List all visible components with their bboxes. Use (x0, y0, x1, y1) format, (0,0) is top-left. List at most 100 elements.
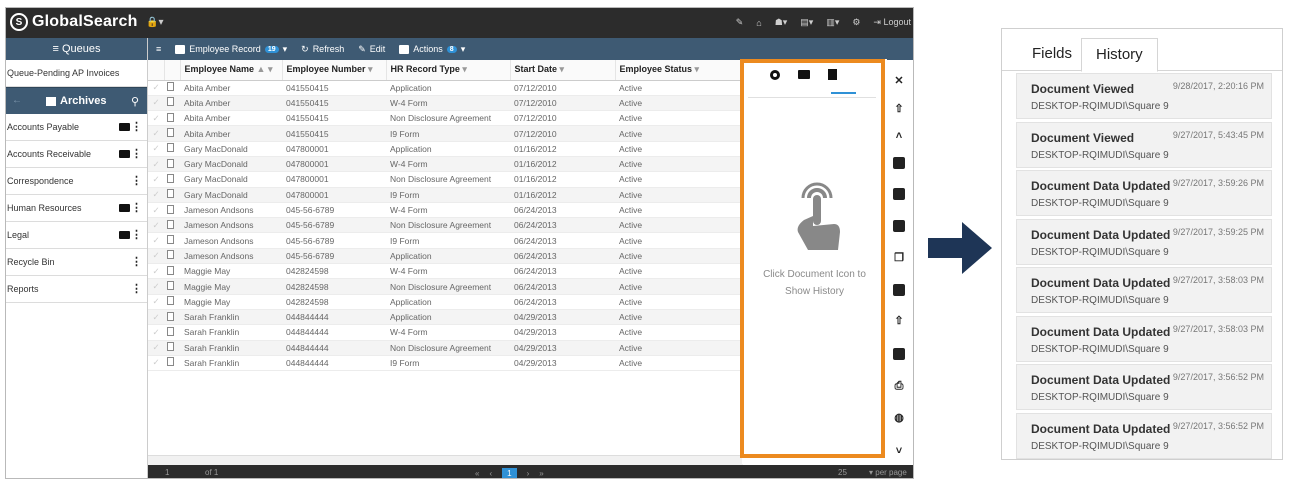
settings-tab-icon[interactable] (770, 69, 780, 80)
lock-icon[interactable]: 🔒▾ (146, 17, 163, 28)
search-icon[interactable]: ⚲ (131, 95, 139, 108)
table-row[interactable]: ✓ Jameson Andsons 045-56-6789 I9 Form 06/24/… (148, 232, 743, 249)
more-icon[interactable]: ⋮ (131, 174, 142, 187)
document-cell[interactable] (164, 171, 180, 188)
sort-icon[interactable]: ▾ (557, 64, 565, 74)
row-checkbox[interactable]: ✓ (148, 324, 164, 341)
document-cell[interactable] (164, 95, 180, 112)
table-row[interactable]: ✓ Jameson Andsons 045-56-6789 W-4 Form 06/24… (148, 202, 743, 219)
document-cell[interactable] (164, 278, 180, 295)
more-icon[interactable]: ⋮ (131, 147, 142, 160)
table-row[interactable]: ✓ Gary MacDonald 047800001 W-4 Form 01/16/20… (148, 156, 743, 173)
row-checkbox[interactable]: ✓ (148, 294, 164, 310)
document-icon[interactable] (167, 143, 174, 153)
document-icon[interactable] (167, 219, 174, 229)
row-checkbox[interactable]: ✓ (148, 217, 164, 234)
annotate-icon[interactable] (893, 157, 905, 169)
row-checkbox[interactable]: ✓ (148, 278, 164, 295)
table-row[interactable]: ✓ Maggie May 042824598 Non Disclosure Agree… (148, 278, 743, 295)
document-cell[interactable] (164, 202, 180, 219)
document-cell[interactable] (164, 340, 180, 356)
row-checkbox[interactable]: ✓ (148, 309, 164, 326)
column-header[interactable]: Employee Number ▾ (282, 60, 387, 81)
document-icon[interactable] (167, 173, 174, 183)
table-row[interactable]: ✓ Abita Amber 041550415 Application 07/12/20… (148, 80, 743, 96)
table-row[interactable]: ✓ Jameson Andsons 045-56-6789 Non Disclosur… (148, 217, 743, 234)
edit-button[interactable]: ✎ Edit (358, 44, 385, 55)
row-checkbox[interactable]: ✓ (148, 187, 164, 203)
per-page-count[interactable]: 25 (838, 468, 847, 477)
document-icon[interactable] (167, 158, 174, 168)
column-header[interactable]: HR Record Type ▾ (386, 60, 511, 81)
document-icon[interactable] (167, 250, 174, 260)
chevron-down-icon[interactable]: ˅ (893, 445, 905, 457)
document-cell[interactable] (164, 294, 180, 310)
column-header[interactable]: Employee Name ▲ ▾ (180, 60, 283, 81)
refresh-button[interactable]: ↻ Refresh (301, 44, 344, 55)
logout-button[interactable]: ⇥ Logout (873, 17, 911, 28)
queues-header[interactable]: ≡ Queues (6, 38, 147, 60)
document-icon[interactable] (167, 357, 174, 367)
document-icon[interactable] (167, 342, 174, 352)
home-icon[interactable]: ⌂ (756, 18, 761, 28)
more-icon[interactable]: ⋮ (131, 282, 142, 295)
document-icon[interactable] (167, 311, 174, 321)
first-page-button[interactable]: « (475, 469, 479, 478)
table-row[interactable]: ✓ Gary MacDonald 047800001 I9 Form 01/16/201… (148, 187, 743, 203)
document-icon[interactable] (167, 296, 174, 306)
share-icon[interactable]: ⇧ (893, 103, 905, 115)
table-row[interactable]: ✓ Abita Amber 041550415 W-4 Form 07/12/2010 A… (148, 95, 743, 112)
print-icon[interactable]: ⎙ (893, 380, 905, 392)
table-row[interactable]: ✓ Maggie May 042824598 Application 06/24/201… (148, 294, 743, 310)
archives-header[interactable]: ← Archives ⚲ (6, 87, 147, 114)
document-cell[interactable] (164, 187, 180, 203)
row-checkbox[interactable]: ✓ (148, 232, 164, 249)
row-checkbox[interactable]: ✓ (148, 80, 164, 96)
document-icon[interactable] (167, 265, 174, 275)
table-row[interactable]: ✓ Sarah Franklin 044844444 I9 Form 04/29/201… (148, 355, 743, 372)
document-icon[interactable] (167, 189, 174, 199)
back-icon[interactable]: ← (12, 95, 22, 106)
document-cell[interactable] (164, 217, 180, 234)
document-icon[interactable] (167, 235, 174, 245)
close-icon[interactable]: ✕ (893, 75, 905, 87)
table-row[interactable]: ✓ Sarah Franklin 044844444 W-4 Form 04/29/20… (148, 324, 743, 341)
sort-icon[interactable]: ▾ (366, 64, 373, 74)
copy-icon[interactable]: ❐ (893, 252, 905, 264)
more-icon[interactable]: ⋮ (131, 255, 142, 268)
row-checkbox[interactable]: ✓ (148, 110, 164, 127)
menu-button[interactable]: ≡ (156, 44, 161, 54)
document-icon[interactable] (167, 128, 174, 138)
sort-icon[interactable]: ▾ (692, 64, 700, 74)
archive-item[interactable]: Reports ⋮ (6, 276, 147, 303)
actions-button[interactable]: Actions 8 ▾ (399, 44, 465, 55)
sort-icon[interactable]: ▲ ▾ (254, 64, 273, 74)
column-header[interactable]: Employee Status ▾ (615, 60, 744, 81)
grid-icon[interactable]: ▤▾ (800, 17, 813, 28)
table-row[interactable]: ✓ Abita Amber 041550415 I9 Form 07/12/2010 Ac… (148, 125, 743, 142)
table-row[interactable]: ✓ Gary MacDonald 047800001 Application 01/16… (148, 141, 743, 157)
gear-icon[interactable]: ⚙ (852, 17, 860, 28)
archive-item[interactable]: Accounts Payable ⋮ (6, 114, 147, 141)
archive-item[interactable]: Legal ⋮ (6, 222, 147, 249)
document-cell[interactable] (164, 309, 180, 326)
more-icon[interactable]: ⋮ (131, 228, 142, 241)
document-icon[interactable] (167, 281, 174, 290)
row-checkbox[interactable]: ✓ (148, 125, 164, 142)
document-cell[interactable] (164, 110, 180, 127)
add-document-icon[interactable] (893, 348, 905, 360)
table-row[interactable]: ✓ Jameson Andsons 045-56-6789 Application 06… (148, 248, 743, 265)
settings-icon[interactable]: ▥▾ (826, 17, 839, 28)
document-icon[interactable] (167, 82, 174, 92)
tab-fields[interactable]: Fields (1018, 38, 1086, 71)
document-cell[interactable] (164, 156, 180, 173)
table-row[interactable]: ✓ Sarah Franklin 044844444 Non Disclosure A… (148, 340, 743, 356)
document-cell[interactable] (164, 141, 180, 157)
row-checkbox[interactable]: ✓ (148, 263, 164, 280)
document-icon[interactable] (167, 112, 174, 122)
horizontal-scrollbar[interactable] (148, 455, 743, 465)
last-page-button[interactable]: » (539, 469, 543, 478)
users-icon[interactable]: ☗▾ (775, 17, 788, 28)
email-icon[interactable] (893, 284, 905, 296)
per-page-label[interactable]: ▾ per page (869, 468, 907, 477)
